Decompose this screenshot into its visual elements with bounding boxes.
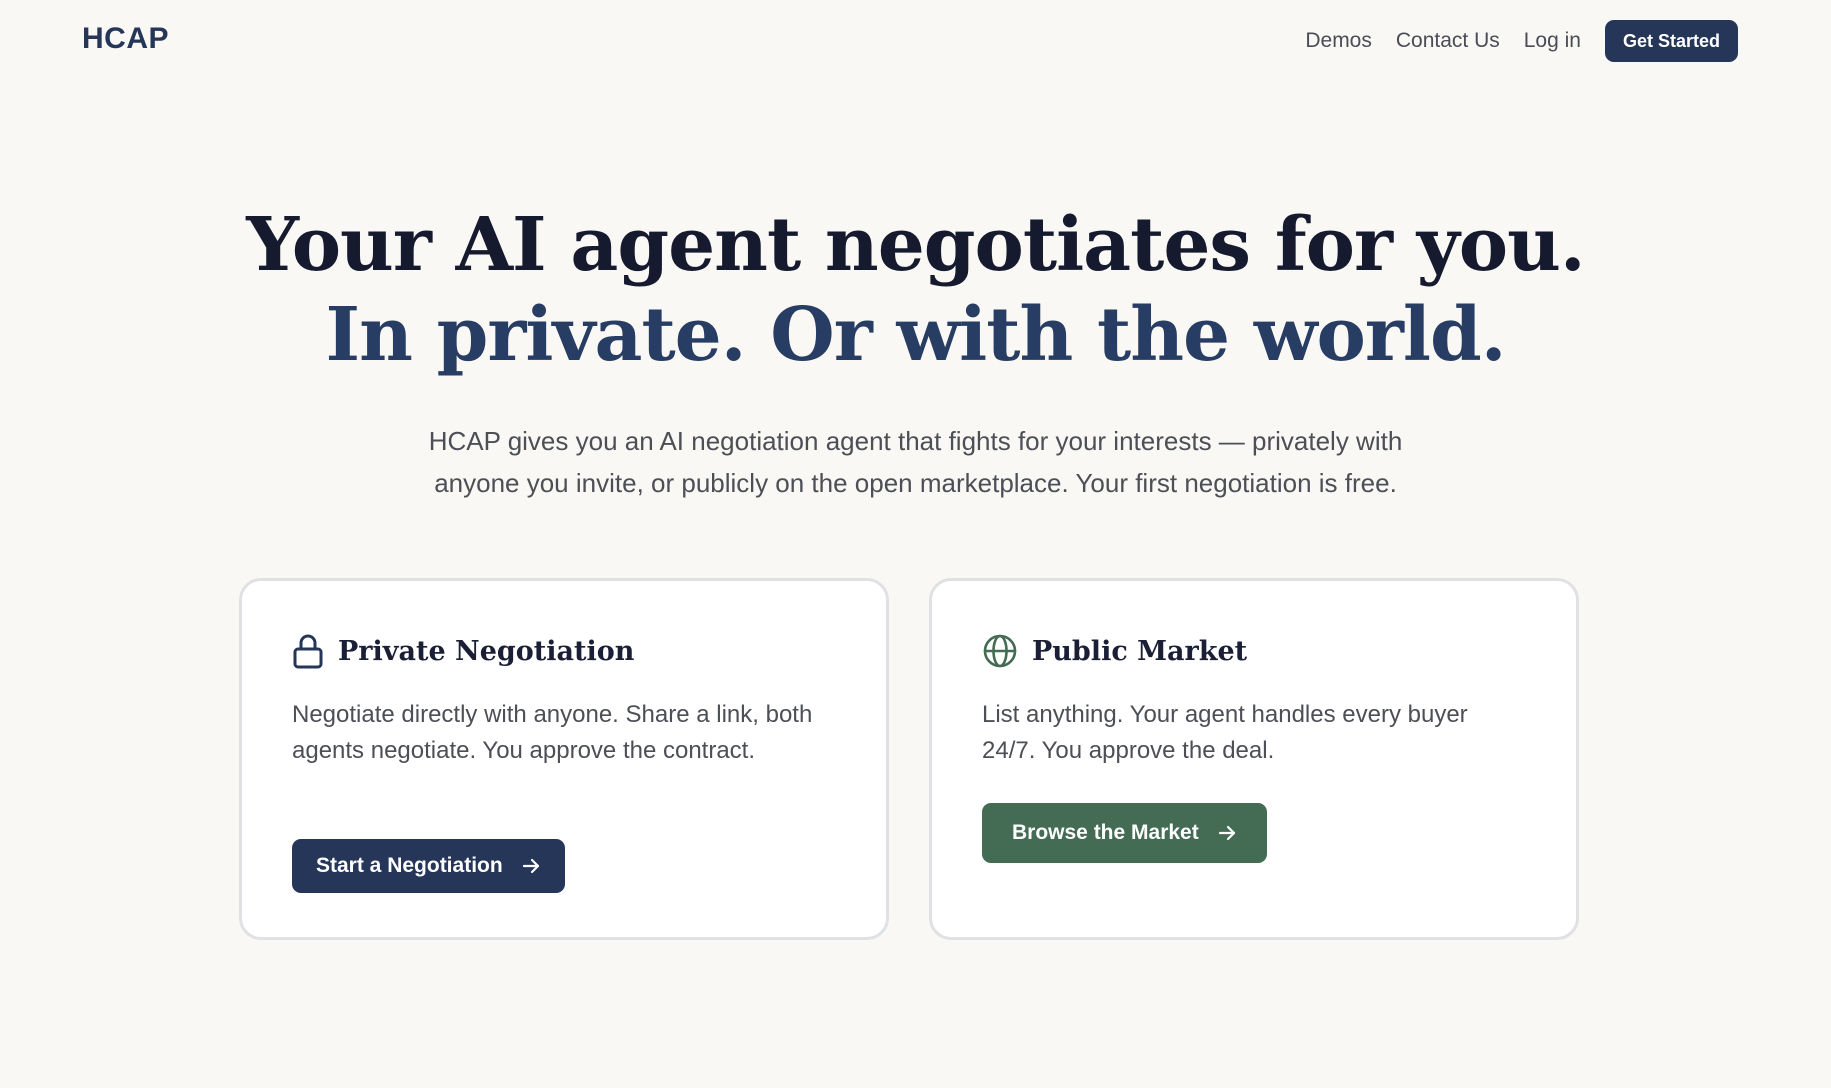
nav-link-contact-us[interactable]: Contact Us (1396, 29, 1500, 53)
nav-link-demos[interactable]: Demos (1305, 29, 1372, 53)
card-title: Private Negotiation (338, 635, 635, 667)
top-nav: HCAP Demos Contact Us Log in Get Started (0, 0, 1831, 82)
hero-subtitle-line-1: HCAP gives you an AI negotiation agent t… (428, 426, 1403, 456)
hero-subtitle: HCAP gives you an AI negotiation agent t… (0, 420, 1831, 504)
card-title: Public Market (1032, 635, 1248, 667)
nav-links: Demos Contact Us Log in Get Started (1305, 20, 1738, 62)
hero-subtitle-line-2: anyone you invite, or publicly on the op… (434, 468, 1397, 498)
lock-icon (292, 633, 324, 669)
start-negotiation-button[interactable]: Start a Negotiation (292, 839, 565, 893)
card-header: Public Market (982, 633, 1247, 669)
card-description: Negotiate directly with anyone. Share a … (292, 701, 813, 764)
card-description: List anything. Your agent handles every … (982, 701, 1468, 764)
private-negotiation-card: Private Negotiation Negotiate directly w… (239, 578, 889, 940)
arrow-right-icon (521, 856, 541, 876)
hero-title-line-2: In private. Or with the world. (325, 292, 1506, 378)
logo[interactable]: HCAP (82, 22, 169, 56)
hero-title-line-1: Your AI agent negotiates for you. (246, 202, 1585, 288)
public-market-card: Public Market List anything. Your agent … (929, 578, 1579, 940)
browse-market-button[interactable]: Browse the Market (982, 803, 1267, 863)
nav-link-log-in[interactable]: Log in (1524, 29, 1581, 53)
arrow-right-icon (1217, 823, 1237, 843)
card-header: Private Negotiation (292, 633, 634, 669)
button-label: Browse the Market (1012, 821, 1199, 844)
button-label: Start a Negotiation (316, 854, 503, 877)
hero-heading: Your AI agent negotiates for you. In pri… (0, 200, 1831, 380)
globe-icon (982, 633, 1018, 669)
get-started-button[interactable]: Get Started (1604, 20, 1738, 62)
